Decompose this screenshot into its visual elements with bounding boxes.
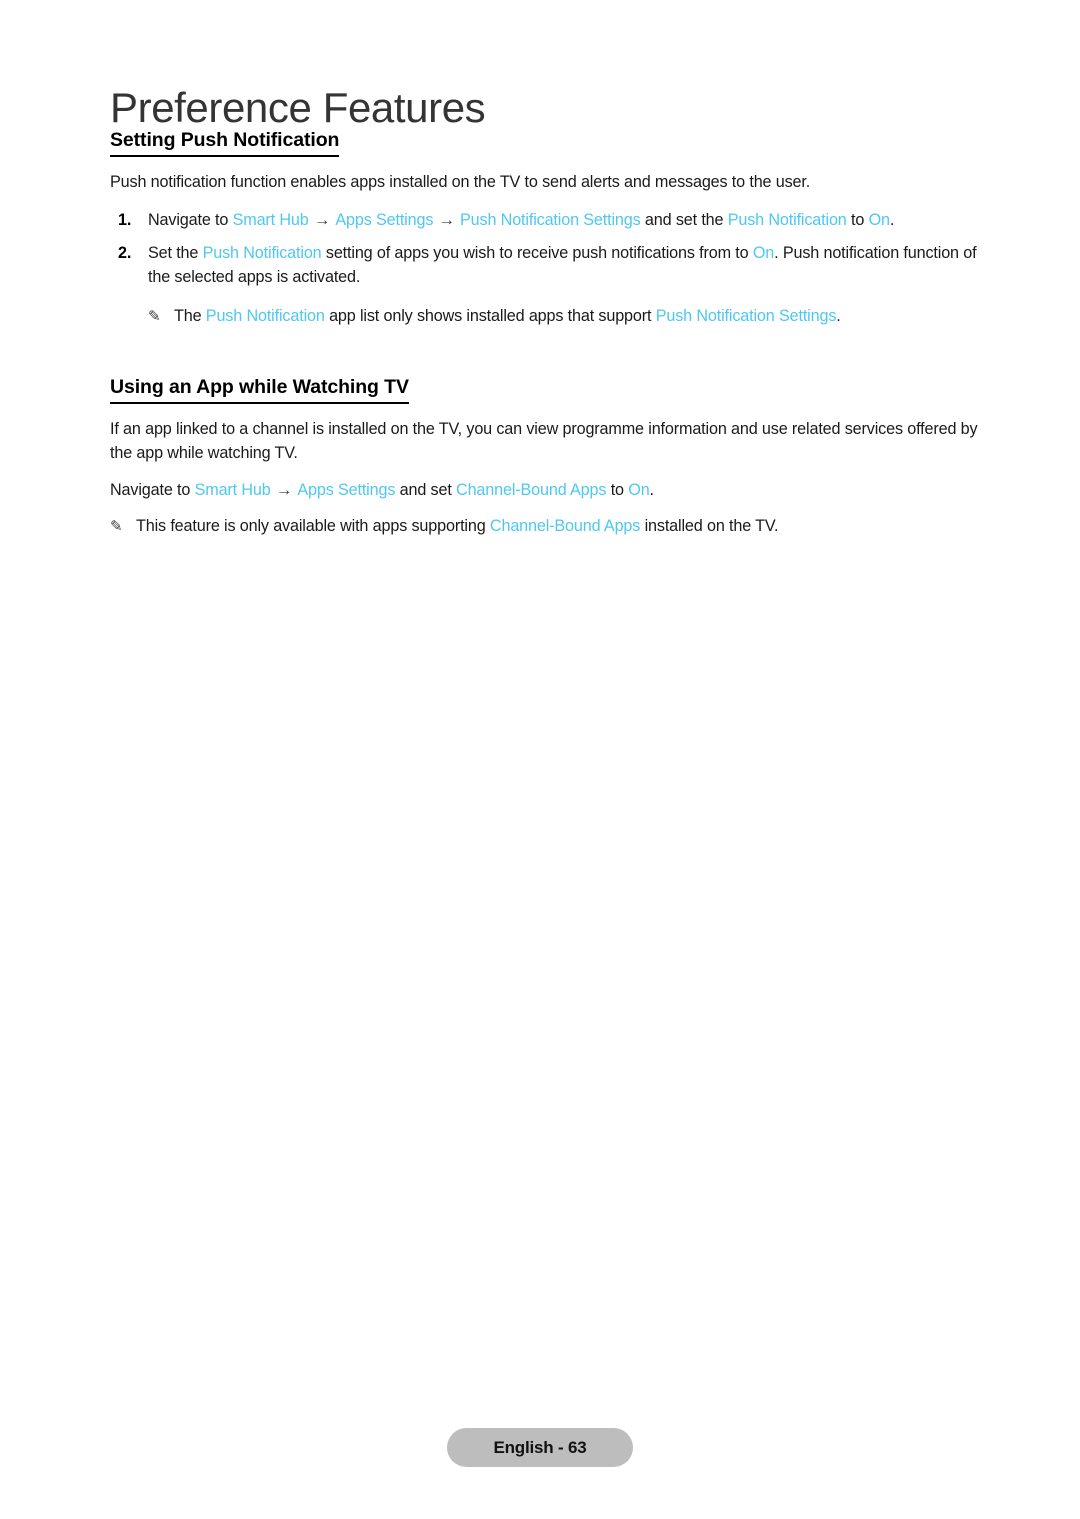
note-item: ✎ This feature is only available with ap… [110, 515, 1000, 538]
plain-text: installed on the TV. [640, 516, 779, 535]
menu-term: On [868, 210, 890, 229]
menu-term: Apps Settings [335, 210, 434, 229]
arrow-separator: → [309, 210, 335, 229]
step-item: 1. Navigate to Smart Hub → Apps Settings… [110, 209, 1000, 232]
section-using-an-app-while-watching-tv: Using an App while Watching TV If an app… [110, 375, 1000, 538]
plain-text: to [606, 481, 629, 500]
pencil-icon: ✎ [110, 517, 123, 535]
step-text: Navigate to Smart Hub → Apps Settings → … [148, 209, 1000, 232]
menu-term: On [752, 244, 775, 263]
plain-text: app list only shows installed apps that … [324, 307, 656, 326]
menu-term: Smart Hub [232, 210, 309, 229]
page-footer: English - 63 [0, 1428, 1080, 1467]
plain-text: to [846, 210, 869, 229]
menu-term: Channel-Bound Apps [456, 481, 607, 500]
plain-text: . [836, 307, 841, 326]
plain-text: . [649, 481, 655, 500]
menu-term: Push Notification Settings [460, 210, 641, 229]
step-text: Set the Push Notification setting of app… [148, 242, 1000, 289]
page-title: Preference Features [110, 84, 486, 132]
menu-term: Push Notification [205, 307, 325, 326]
note-text: The Push Notification app list only show… [174, 305, 1000, 328]
page-number-badge: English - 63 [447, 1428, 633, 1467]
step-number: 2. [118, 244, 132, 263]
note-item: ✎ The Push Notification app list only sh… [148, 305, 1000, 328]
arrow-separator: → [271, 481, 297, 500]
plain-text: The [174, 307, 206, 326]
plain-text: setting of apps you wish to receive push… [321, 244, 753, 263]
section-heading-setting-push-notification: Setting Push Notification [110, 128, 339, 158]
plain-text: Navigate to [110, 481, 195, 500]
section-heading-using-an-app-while-watching-tv: Using an App while Watching TV [110, 375, 409, 405]
section-intro-paragraph: If an app linked to a channel is install… [110, 420, 978, 462]
section-setting-push-notification: Setting Push Notification Push notificat… [110, 128, 1000, 329]
step-number: 1. [118, 210, 132, 229]
section-heading-wrap: Using an App while Watching TV [110, 375, 1000, 405]
plain-text: and set [395, 481, 457, 500]
plain-text: This feature is only available with apps… [136, 516, 490, 535]
menu-term: Push Notification [202, 244, 322, 263]
section-intro-paragraph: Push notification function enables apps … [110, 173, 811, 192]
note-text: This feature is only available with apps… [136, 515, 1000, 538]
arrow-separator: → [434, 210, 460, 229]
navigate-instruction: Navigate to Smart Hub → Apps Settings an… [110, 479, 1000, 502]
menu-term: Push Notification [727, 210, 847, 229]
menu-term: Channel-Bound Apps [489, 516, 641, 535]
menu-term: On [628, 481, 650, 500]
menu-term: Smart Hub [194, 481, 271, 500]
plain-text: and set the [640, 210, 728, 229]
document-page: Preference Features Setting Push Notific… [0, 0, 1080, 1519]
menu-term: Push Notification Settings [655, 307, 837, 326]
plain-text: . [889, 210, 895, 229]
plain-text: Set the [148, 244, 203, 263]
section-heading-wrap: Setting Push Notification [110, 128, 1000, 158]
pencil-icon: ✎ [148, 308, 161, 326]
plain-text: Navigate to [148, 210, 233, 229]
menu-term: Apps Settings [297, 481, 396, 500]
document-content: Setting Push Notification Push notificat… [110, 128, 1000, 548]
step-item: 2. Set the Push Notification setting of … [110, 242, 1000, 289]
